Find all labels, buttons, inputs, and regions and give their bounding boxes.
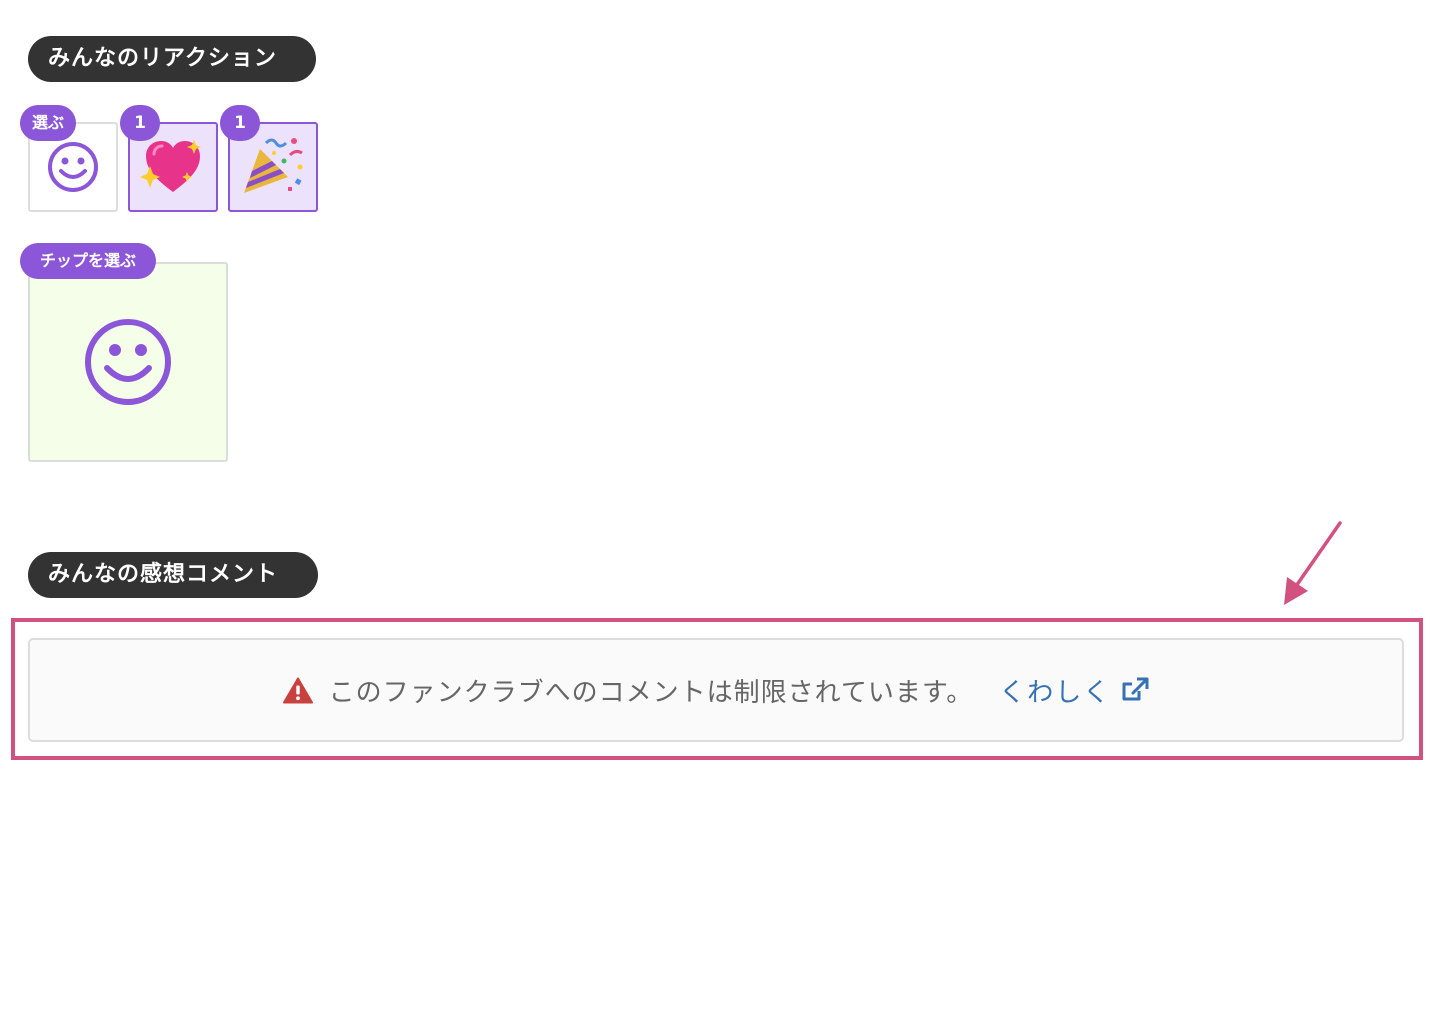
party-popper-icon — [244, 138, 303, 193]
details-link[interactable]: くわしく — [999, 672, 1149, 709]
reaction-count-badge: 1 — [220, 105, 260, 141]
reactions-section-title: みんなのリアクション — [28, 36, 316, 82]
external-link-icon — [1121, 677, 1149, 703]
notice-row: このファンクラブへのコメントは制限されています。 くわしく — [282, 672, 1150, 709]
smiley-icon — [48, 142, 98, 192]
comments-section-title: みんなの感想コメント — [28, 552, 318, 598]
select-tip-button[interactable] — [28, 262, 228, 462]
reaction-count-badge: 1 — [120, 105, 160, 141]
details-link-label: くわしく — [999, 677, 1112, 708]
annotation-arrow-icon — [1284, 521, 1342, 605]
warning-triangle-icon — [282, 677, 313, 703]
comment-restricted-notice: このファンクラブへのコメントは制限されています。 くわしく — [28, 638, 1404, 742]
select-tip-badge: チップを選ぶ — [20, 243, 156, 279]
sparkling-heart-icon — [140, 140, 201, 192]
smiley-icon — [85, 319, 171, 405]
page: みんなのリアクション 選ぶ 1 1 チップを選ぶ みんなの感想コメント このファ… — [0, 0, 1438, 1016]
select-reaction-badge: 選ぶ — [20, 105, 76, 141]
notice-text: このファンクラブへのコメントは制限されています。 — [328, 677, 974, 708]
